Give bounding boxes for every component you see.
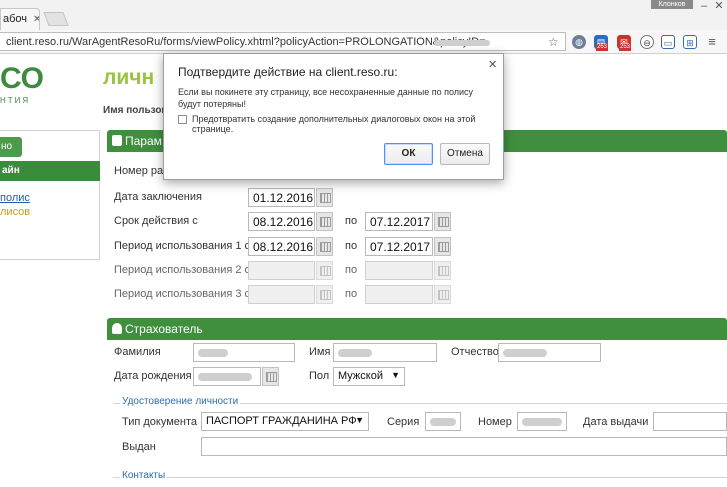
number-label: Номер: [478, 416, 512, 428]
person-icon: [112, 323, 122, 334]
sync-icon[interactable]: ⊖: [640, 35, 654, 49]
period1-to-input[interactable]: 07.12.2017: [365, 237, 433, 256]
to-label: по: [345, 240, 358, 252]
validity-from-input[interactable]: 08.12.2016: [248, 212, 315, 231]
minimize-icon[interactable]: –: [697, 0, 711, 12]
ok-button[interactable]: ОК: [384, 143, 433, 165]
insurer-panel-header: Страхователь: [107, 318, 727, 340]
validity-label: Срок действия с: [114, 215, 198, 227]
sidebar-header: айн: [0, 161, 100, 181]
to-label: по: [345, 264, 358, 276]
document-icon: [112, 135, 122, 146]
gender-select[interactable]: Мужской ▼: [333, 367, 405, 386]
browser-tab[interactable]: абоч ✕: [0, 8, 40, 30]
sidebar-link-policies[interactable]: лисов: [0, 206, 30, 218]
user-name-label: Имя пользов: [103, 105, 168, 116]
series-input[interactable]: [425, 412, 461, 431]
gender-value: Мужской: [338, 370, 383, 382]
redacted-policy-id: [434, 40, 490, 46]
insurer-panel-title: Страхователь: [125, 322, 203, 336]
period2-label: Период использования 2 с: [114, 264, 251, 276]
calendar-icon[interactable]: [316, 212, 333, 231]
calendar-icon[interactable]: [316, 188, 333, 207]
dialog-title: Подтвердите действие на client.reso.ru:: [178, 65, 398, 79]
period3-to-input[interactable]: [365, 285, 433, 304]
issue-date-label: Дата выдачи: [583, 416, 649, 428]
doc-type-value: ПАСПОРТ ГРАЖДАНИНА РФ: [206, 415, 357, 427]
page-title: личн: [103, 66, 155, 89]
conclusion-date-label: Дата заключения: [114, 191, 202, 203]
issued-by-label: Выдан: [122, 441, 156, 453]
profile-name[interactable]: Клонков: [651, 0, 693, 9]
calendar-icon[interactable]: [316, 261, 333, 280]
cancel-button[interactable]: Отмена: [440, 143, 490, 165]
contacts-group-title: Контакты: [120, 470, 168, 481]
bookmark-star-icon[interactable]: ☆: [548, 35, 559, 49]
surname-label: Фамилия: [114, 346, 161, 358]
sidebar: но айн полис лисов: [0, 130, 100, 260]
browser-tabbar: абоч ✕ Клонков – ✕: [0, 0, 727, 30]
series-label: Серия: [387, 416, 420, 428]
tab-title: абоч: [3, 13, 28, 25]
surname-input[interactable]: [193, 343, 295, 362]
prevent-dialogs-checkbox[interactable]: [178, 115, 187, 124]
grid-icon[interactable]: ⊞: [683, 35, 697, 49]
new-tab-button[interactable]: [43, 12, 69, 26]
period1-label: Период использования 1 с: [114, 240, 251, 252]
url-text: client.reso.ru/WarAgentResoRu/forms/view…: [6, 36, 486, 48]
params-panel-title: Парам: [125, 134, 162, 148]
calendar-icon[interactable]: [434, 261, 451, 280]
tab-close-icon[interactable]: ✕: [33, 14, 39, 25]
notes-icon[interactable]: ▤ 263: [594, 35, 609, 51]
name-label: Имя: [309, 346, 331, 358]
calendar-icon[interactable]: [434, 237, 451, 256]
id-group-title: Удостоверение личности: [120, 396, 241, 407]
patronymic-input[interactable]: [498, 343, 601, 362]
gender-label: Пол: [309, 370, 330, 382]
name-input[interactable]: [333, 343, 437, 362]
address-bar[interactable]: client.reso.ru/WarAgentResoRu/forms/view…: [0, 32, 566, 51]
conclusion-date-input[interactable]: 01.12.2016: [248, 188, 315, 207]
period2-to-input[interactable]: [365, 261, 433, 280]
birth-date-label: Дата рождения: [114, 370, 192, 382]
mail-icon[interactable]: ✉ 253: [617, 35, 632, 51]
sidebar-link-policy[interactable]: полис: [0, 192, 30, 204]
contacts-group-border: [113, 477, 727, 478]
doc-type-label: Тип документа: [122, 416, 198, 428]
menu-icon[interactable]: ≡: [705, 35, 719, 49]
patronymic-label: Отчество: [451, 346, 499, 358]
doc-number-input[interactable]: [517, 412, 567, 431]
globe-icon[interactable]: ◍: [572, 35, 586, 49]
chevron-down-icon: ▼: [355, 415, 364, 425]
sidebar-tab[interactable]: но: [0, 137, 22, 157]
period1-from-input[interactable]: 08.12.2016: [248, 237, 315, 256]
confirm-dialog: Подтвердите действие на client.reso.ru: …: [163, 53, 504, 180]
calendar-icon[interactable]: [434, 285, 451, 304]
dialog-message: Если вы покинете эту страницу, все несох…: [178, 87, 474, 109]
browser-toolbar: client.reso.ru/WarAgentResoRu/forms/view…: [0, 30, 727, 54]
calendar-icon[interactable]: [434, 212, 451, 231]
number-label: Номер рас: [114, 165, 169, 177]
period2-from-input[interactable]: [248, 261, 315, 280]
chevron-down-icon: ▼: [391, 370, 400, 380]
validity-to-input[interactable]: 07.12.2017: [365, 212, 433, 231]
calendar-icon[interactable]: [316, 237, 333, 256]
screen-icon[interactable]: ▭: [661, 35, 675, 49]
period3-from-input[interactable]: [248, 285, 315, 304]
to-label: по: [345, 215, 358, 227]
issue-date-input[interactable]: [653, 412, 727, 431]
calendar-icon[interactable]: [262, 367, 279, 386]
birth-date-input[interactable]: [193, 367, 261, 386]
close-window-icon[interactable]: ✕: [712, 0, 726, 12]
reso-logo: CO: [0, 62, 44, 95]
calendar-icon[interactable]: [316, 285, 333, 304]
period3-label: Период использования 3 с: [114, 288, 251, 300]
to-label: по: [345, 288, 358, 300]
close-icon[interactable]: ✕: [488, 58, 497, 71]
issued-by-input[interactable]: [201, 437, 727, 456]
doc-type-select[interactable]: ПАСПОРТ ГРАЖДАНИНА РФ ▼: [201, 412, 369, 431]
logo-subtitle: НТИЯ: [0, 96, 31, 105]
prevent-dialogs-label[interactable]: Предотвратить создание дополнительных ди…: [192, 114, 503, 134]
